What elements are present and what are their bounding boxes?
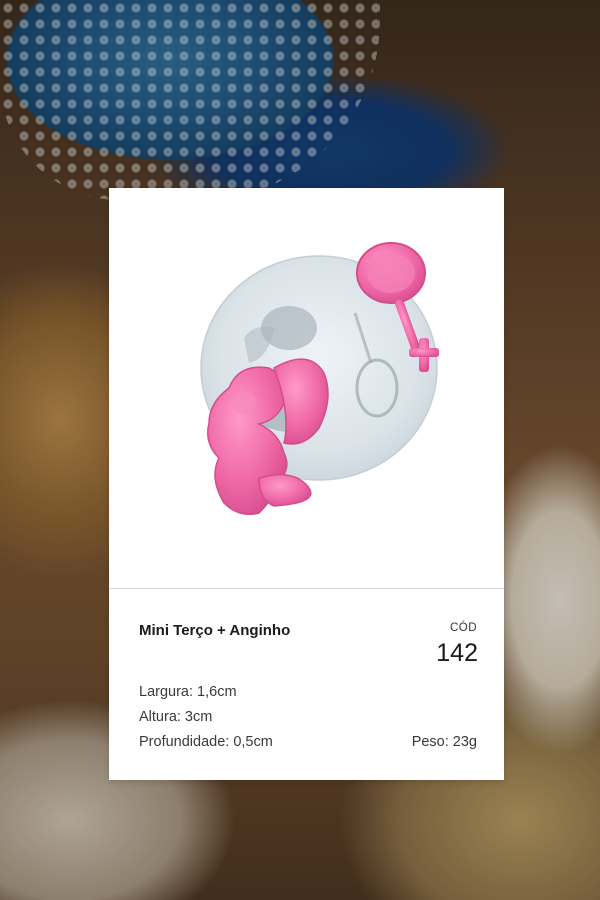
spec-weight: Peso: 23g [411,734,477,750]
spec-height: Altura: 3cm [139,709,213,725]
card-divider [109,588,504,589]
code-label: CÓD [449,622,477,634]
spec-depth: Profundidade: 0,5cm [139,734,273,750]
silicone-mold-illustration [200,242,439,515]
product-image [109,188,504,588]
spec-width: Largura: 1,6cm [139,684,237,700]
product-code: 142 [436,639,478,667]
product-card: Mini Terço + Anginho CÓD 142 Largura: 1,… [109,188,504,780]
product-name: Mini Terço + Anginho [139,622,291,639]
